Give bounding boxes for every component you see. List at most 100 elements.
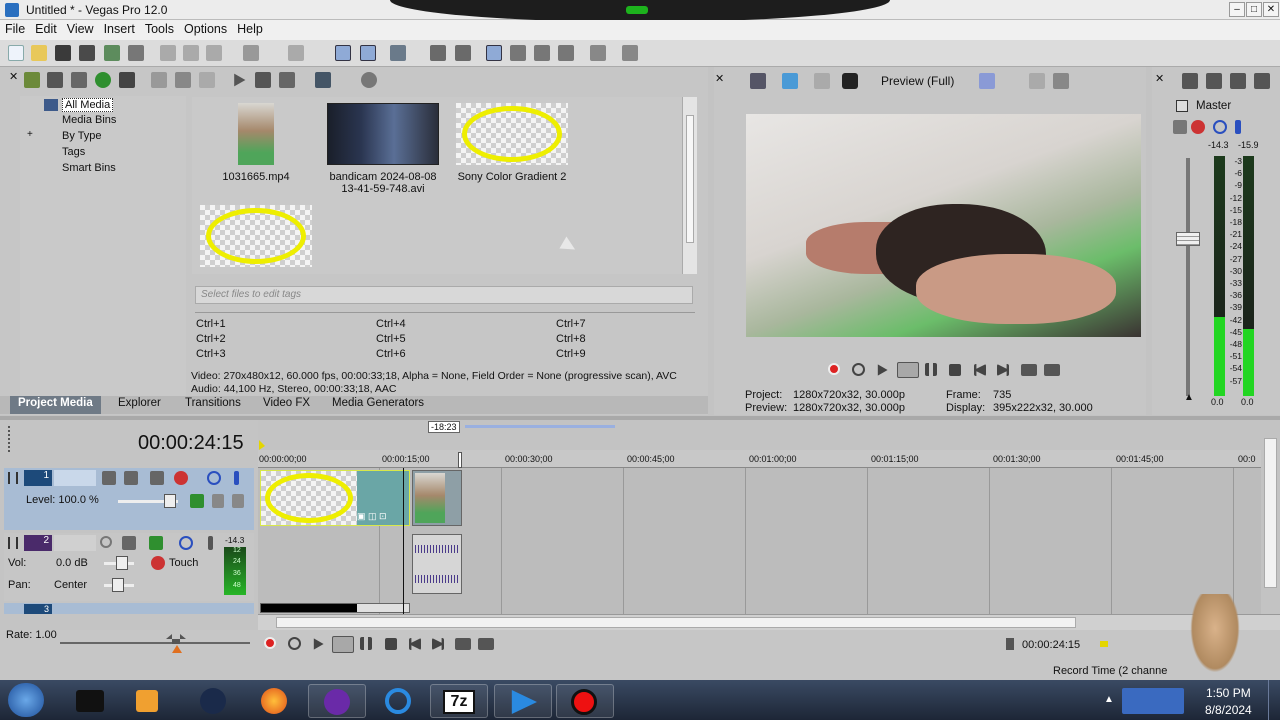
taskbar-app-pinned[interactable]	[246, 684, 304, 718]
tray-icons[interactable]	[1122, 688, 1184, 714]
composite-mode-icon[interactable]	[190, 494, 204, 508]
pan-slider-handle[interactable]	[112, 578, 124, 592]
drag-handle[interactable]	[8, 426, 10, 454]
play-preview-icon[interactable]	[234, 73, 246, 87]
track-envelope-icon[interactable]	[149, 536, 163, 550]
start-button[interactable]	[8, 683, 44, 717]
fx-gear-icon[interactable]	[1191, 120, 1205, 134]
media-fx-icon[interactable]	[119, 72, 135, 88]
import-media-icon[interactable]	[24, 72, 40, 88]
undo-icon[interactable]	[243, 45, 259, 61]
split-screen-icon[interactable]	[814, 73, 830, 89]
close-button[interactable]: ✕	[1263, 2, 1279, 17]
downmix-icon[interactable]	[1206, 73, 1222, 89]
track-fx-icon[interactable]	[122, 536, 136, 550]
stop-icon[interactable]	[949, 364, 961, 376]
tab-media-generators[interactable]: Media Generators	[332, 397, 424, 409]
minimize-button[interactable]: –	[1229, 2, 1245, 17]
media-item[interactable]: Sony Color Gradient 2	[450, 103, 574, 183]
mute-icon[interactable]	[1213, 120, 1227, 134]
media-item[interactable]	[200, 205, 312, 267]
media-properties-icon[interactable]	[175, 72, 191, 88]
previous-frame-icon[interactable]	[455, 638, 471, 650]
make-parent-icon[interactable]	[212, 494, 224, 508]
views-icon[interactable]	[315, 72, 331, 88]
event-fx-icons[interactable]: ▣ ◫ ⊡	[357, 511, 401, 521]
media-item[interactable]: 1031665.mp4	[212, 103, 300, 183]
clock-date[interactable]: 8/8/2024	[1205, 703, 1252, 717]
stop-icon[interactable]	[385, 638, 397, 650]
pause-icon[interactable]	[925, 363, 937, 376]
redo-icon[interactable]	[288, 45, 304, 61]
overlays-icon[interactable]	[842, 73, 858, 89]
properties-icon[interactable]	[128, 45, 144, 61]
render-icon[interactable]	[104, 45, 120, 61]
volume-slider-handle[interactable]	[116, 556, 128, 570]
play-button[interactable]	[897, 362, 919, 378]
marker-flag-icon[interactable]	[259, 440, 265, 450]
video-event-track3[interactable]	[260, 603, 410, 613]
automation-mode-dropdown[interactable]: Touch	[169, 557, 198, 569]
fx-gear-icon[interactable]	[151, 556, 165, 570]
menu-edit[interactable]: Edit	[30, 20, 62, 36]
loop-end-handle[interactable]	[458, 452, 462, 468]
audio-event-clip[interactable]	[412, 534, 462, 594]
loop-icon[interactable]	[852, 363, 865, 376]
solo-icon[interactable]	[208, 536, 213, 550]
unused-media-icon[interactable]	[199, 72, 215, 88]
lock-envelopes-icon[interactable]	[510, 45, 526, 61]
normal-edit-tool-icon[interactable]	[335, 45, 351, 61]
track-header-audio-2[interactable]: 2 -14.3 12 24 36 48 Vol: 0.0 dB Touch Pa…	[4, 533, 254, 601]
taskbar-app-pinned[interactable]	[184, 684, 242, 718]
track-motion-icon[interactable]	[102, 471, 116, 485]
refresh-icon[interactable]	[95, 72, 111, 88]
new-icon[interactable]	[8, 45, 24, 61]
capture-video-icon[interactable]	[47, 72, 63, 88]
wand-icon[interactable]	[590, 45, 606, 61]
taskbar-app-running[interactable]: 7z	[430, 684, 488, 718]
external-monitor-icon[interactable]	[782, 73, 798, 89]
remove-media-icon[interactable]	[151, 72, 167, 88]
go-to-start-icon[interactable]	[409, 638, 421, 650]
tag-edit-input[interactable]: Select files to edit tags	[195, 286, 693, 304]
arm-record-icon[interactable]	[100, 536, 112, 548]
clock-time[interactable]: 1:50 PM	[1206, 686, 1251, 700]
expand-icon[interactable]: +	[27, 129, 33, 140]
menu-view[interactable]: View	[62, 20, 99, 36]
taskbar-app-bandicam[interactable]	[556, 684, 614, 718]
level-slider-handle[interactable]	[164, 494, 176, 508]
play-from-start-icon[interactable]	[877, 364, 888, 376]
loop-region-bar[interactable]	[465, 425, 615, 428]
go-to-end-icon[interactable]	[432, 638, 444, 650]
envelope-tool-icon[interactable]	[360, 45, 376, 61]
tree-item-media-bins[interactable]: Media Bins	[62, 114, 116, 126]
timeline-vertical-scrollbar[interactable]	[1262, 420, 1280, 614]
taskbar-app-pinned[interactable]	[60, 684, 118, 718]
mute-icon[interactable]	[207, 471, 221, 485]
play-from-start-icon[interactable]	[313, 638, 324, 650]
stop-preview-icon[interactable]	[255, 72, 271, 88]
tree-item-tags[interactable]: Tags	[62, 146, 85, 158]
master-properties-icon[interactable]	[1182, 73, 1198, 89]
tab-project-media[interactable]: Project Media	[10, 396, 101, 414]
zoom-tool-icon[interactable]	[558, 45, 574, 61]
tab-explorer[interactable]: Explorer	[118, 397, 161, 409]
go-to-start-icon[interactable]	[974, 364, 986, 376]
cut-icon[interactable]	[160, 45, 176, 61]
close-master-icon[interactable]: ✕	[1155, 72, 1164, 85]
playhead-cursor[interactable]	[403, 468, 404, 614]
preview-properties-icon[interactable]	[750, 73, 766, 89]
ignore-grouping-icon[interactable]	[534, 45, 550, 61]
menu-file[interactable]: File	[0, 20, 30, 36]
maximize-button[interactable]: □	[1246, 2, 1262, 17]
video-event-clip[interactable]	[412, 470, 462, 526]
menu-tools[interactable]: Tools	[140, 20, 179, 36]
master-fader-handle[interactable]	[1176, 232, 1200, 246]
timeline-ruler[interactable]: 00:00:00;00 00:00:15;00 00:00:30;00 00:0…	[258, 450, 1261, 468]
tray-expand-icon[interactable]: ▲	[1104, 694, 1114, 705]
track-compositing-icon[interactable]	[124, 471, 138, 485]
taskbar-app-running[interactable]	[308, 684, 366, 718]
timeline-horizontal-scrollbar[interactable]	[258, 614, 1280, 630]
lock-faders-icon[interactable]	[1254, 73, 1270, 89]
save-icon[interactable]	[55, 45, 71, 61]
